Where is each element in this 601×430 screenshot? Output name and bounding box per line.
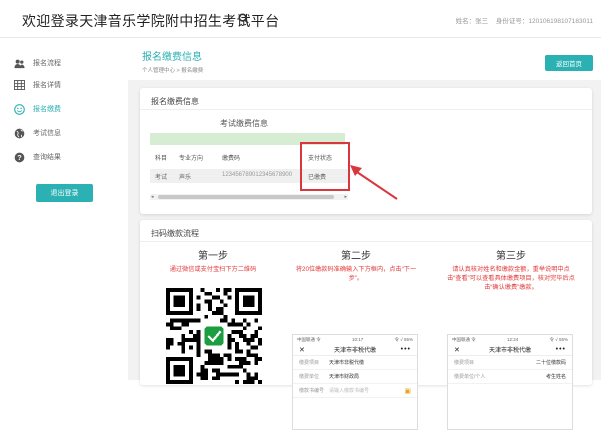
- red-arrow-icon: [350, 165, 398, 200]
- step-1: 第一步 通过微信或支付宝扫下方二维码: [148, 247, 278, 274]
- sidebar: 报名流程 报名详情 报名缴费 考试信息 ? 查询结果 退出登录: [0, 38, 128, 380]
- phone-screenshot-step2: 中国联通 令 10:17 令 √ 55% ✕ 天津市非税代缴 ••• 缴费项目天…: [292, 334, 418, 430]
- globe-icon: [14, 128, 25, 139]
- logout-button[interactable]: 退出登录: [36, 184, 93, 202]
- horizontal-scrollbar[interactable]: ◂ ▸: [150, 194, 348, 200]
- divider: [140, 241, 592, 242]
- top-bar: 欢迎登录天津音乐学院附中招生考试平台 姓名：张三 身份证号：1201061981…: [0, 0, 601, 38]
- fee-info-card: 报名缴费信息 考试缴费信息 科目 专业方向 缴费码 支付状态 考试 声乐 123…: [140, 88, 592, 214]
- fee-table-caption: 考试缴费信息: [220, 119, 268, 128]
- phone-row: 缴款书编号 请输入缴款书编号 ▣: [293, 384, 417, 398]
- step-desc: 请认真核对姓名和缴款金额，重举说明中点击“查看”可以查看具体缴费项目，核对完毕后…: [447, 266, 575, 291]
- phone-nav: ✕ 天津市非税代缴 •••: [293, 344, 417, 356]
- step-desc: 通过微信或支付宝扫下方二维码: [169, 266, 257, 273]
- search-icon[interactable]: [238, 13, 249, 24]
- sidebar-item-results[interactable]: ? 查询结果: [14, 150, 61, 164]
- step-title: 第二步: [341, 251, 371, 262]
- more-icon: •••: [400, 346, 411, 353]
- payment-flow-card: 扫码缴款流程 第一步 通过微信或支付宝扫下方二维码 第二步 将20位缴款码准确输…: [140, 220, 592, 430]
- phone-row: 缴费项目 二十位缴款码: [448, 356, 572, 370]
- sidebar-item-payment[interactable]: 报名缴费: [14, 102, 61, 116]
- more-icon: •••: [555, 346, 566, 353]
- phone-screenshot-step3: 中国联通 令 12:24 令 √ 55% ✕ 天津市非税代缴 ••• 缴费项目二…: [447, 334, 573, 430]
- column-header: 科目: [155, 156, 168, 162]
- step-3: 第三步 请认真核对姓名和缴款金额，重举说明中点击“查看”可以查看具体缴费项目，核…: [446, 247, 576, 292]
- page-title: 报名缴费信息: [142, 52, 202, 63]
- user-name: 姓名：张三: [455, 18, 489, 25]
- scan-icon: ▣: [404, 387, 411, 395]
- sidebar-item-details[interactable]: 报名详情: [14, 78, 61, 92]
- main-content: 报名缴费信息 个人管理中心 > 报名缴费 返回首页 报名缴费信息 考试缴费信息 …: [128, 38, 601, 430]
- sidebar-item-exam-info[interactable]: 考试信息: [14, 126, 61, 140]
- step-title: 第一步: [198, 251, 228, 262]
- user-id: 身份证号：120106198107183011: [495, 18, 593, 25]
- user-info: 姓名：张三 身份证号：120106198107183011: [450, 15, 593, 25]
- fee-card-title: 报名缴费信息: [151, 97, 199, 106]
- status-bar: 中国联通 令 10:17 令 √ 55%: [297, 337, 413, 342]
- question-icon: ?: [14, 152, 25, 163]
- status-bar: 中国联通 令 12:24 令 √ 55%: [452, 337, 568, 342]
- phone-nav: ✕ 天津市非税代缴 •••: [448, 344, 572, 356]
- table-icon: [14, 80, 25, 91]
- qr-code-icon: [166, 288, 262, 384]
- sidebar-item-process[interactable]: 报名流程: [14, 56, 61, 70]
- page-header: 报名缴费信息 个人管理中心 > 报名缴费 返回首页: [128, 38, 601, 80]
- scroll-thumb[interactable]: [158, 195, 334, 199]
- users-icon: [14, 58, 25, 69]
- column-header: 缴费码: [222, 156, 241, 162]
- step-title: 第三步: [496, 251, 526, 262]
- scroll-left-icon[interactable]: ◂: [151, 194, 154, 200]
- column-header: 专业方向: [179, 156, 204, 162]
- step-desc: 将20位缴款码准确输入下方框内，点击“下一步”。: [295, 266, 417, 282]
- close-icon: ✕: [299, 346, 305, 354]
- cell-major: 声乐: [179, 175, 192, 181]
- phone-row: 缴费项目 天津市非税代缴: [293, 356, 417, 370]
- divider: [140, 109, 592, 110]
- svg-text:?: ?: [17, 153, 22, 162]
- cell-fee-code: 123456789012345678900: [222, 172, 293, 178]
- close-icon: ✕: [454, 346, 460, 354]
- phone-row: 缴费单位/个人 考生姓名: [448, 370, 572, 384]
- back-home-button[interactable]: 返回首页: [545, 55, 593, 71]
- flow-card-title: 扫码缴款流程: [151, 229, 199, 238]
- phone-row: 缴费单位 天津市财政局: [293, 370, 417, 384]
- smile-icon: [14, 103, 25, 115]
- breadcrumb: 个人管理中心 > 报名缴费: [142, 68, 204, 74]
- step-2: 第二步 将20位缴款码准确输入下方框内，点击“下一步”。: [291, 247, 421, 283]
- cell-subject: 考试: [155, 175, 168, 181]
